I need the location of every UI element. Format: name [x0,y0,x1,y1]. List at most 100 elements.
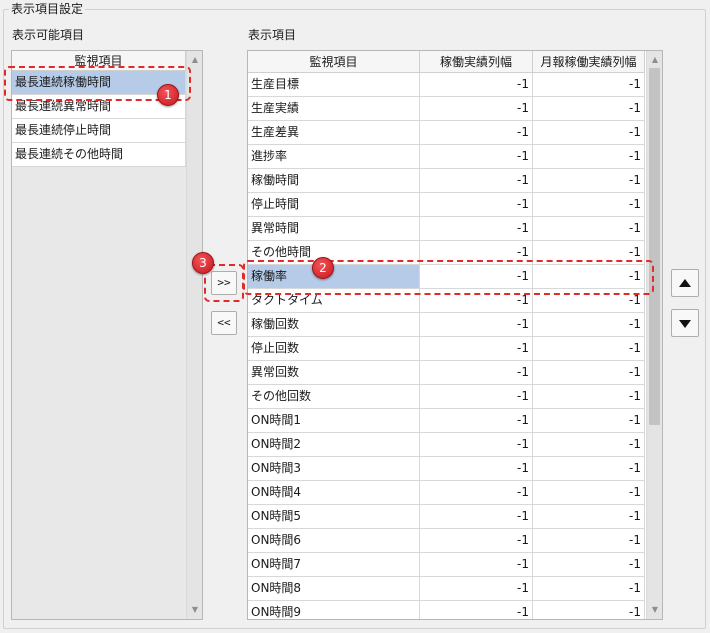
cell-operation-width[interactable]: -1 [420,337,533,361]
table-row[interactable]: ON時間9 -1 -1 [248,601,645,619]
cell-operation-width[interactable]: -1 [420,145,533,169]
table-row[interactable]: 異常時間 -1 -1 [248,217,645,241]
cell-monthly-width[interactable]: -1 [533,481,645,505]
cell-operation-width[interactable]: -1 [420,121,533,145]
cell-monitor-item[interactable]: ON時間1 [248,409,420,433]
cell-monitor-item[interactable]: 稼働時間 [248,169,420,193]
table-row[interactable]: ON時間1 -1 -1 [248,409,645,433]
table-row[interactable]: ON時間6 -1 -1 [248,529,645,553]
cell-operation-width[interactable]: -1 [420,505,533,529]
cell-monitor-item[interactable]: 生産差異 [248,121,420,145]
cell-operation-width[interactable]: -1 [420,73,533,97]
cell-operation-width[interactable]: -1 [420,169,533,193]
cell-monthly-width[interactable]: -1 [533,193,645,217]
table-row[interactable]: ON時間2 -1 -1 [248,433,645,457]
cell-operation-width[interactable]: -1 [420,409,533,433]
cell-monthly-width[interactable]: -1 [533,241,645,265]
cell-monitor-item[interactable]: 異常時間 [248,217,420,241]
cell-monitor-item[interactable]: その他回数 [248,385,420,409]
cell-monthly-width[interactable]: -1 [533,73,645,97]
cell-monitor-item[interactable]: ON時間9 [248,601,420,619]
table-row[interactable]: タクトタイム -1 -1 [248,289,645,313]
cell-operation-width[interactable]: -1 [420,385,533,409]
move-up-button[interactable] [671,269,699,297]
cell-monitor-item[interactable]: ON時間2 [248,433,420,457]
column-header-monthly-width[interactable]: 月報稼働実績列幅 [533,51,645,73]
cell-monitor-item[interactable]: 停止時間 [248,193,420,217]
cell-monitor-item[interactable]: 生産実績 [248,97,420,121]
table-row[interactable]: その他時間 -1 -1 [248,241,645,265]
cell-monthly-width[interactable]: -1 [533,577,645,601]
cell-monthly-width[interactable]: -1 [533,433,645,457]
cell-operation-width[interactable]: -1 [420,193,533,217]
table-row[interactable]: ON時間8 -1 -1 [248,577,645,601]
table-row[interactable]: ON時間4 -1 -1 [248,481,645,505]
table-row[interactable]: 異常回数 -1 -1 [248,361,645,385]
cell-operation-width[interactable]: -1 [420,241,533,265]
available-list-item[interactable]: 最長連続その他時間 [12,143,186,167]
cell-monitor-item[interactable]: 停止回数 [248,337,420,361]
scrollbar-thumb[interactable] [649,68,660,425]
cell-monitor-item[interactable]: ON時間3 [248,457,420,481]
cell-operation-width[interactable]: -1 [420,217,533,241]
cell-monthly-width[interactable]: -1 [533,361,645,385]
column-header-monitor-item[interactable]: 監視項目 [248,51,420,73]
table-row[interactable]: 稼働率 -1 -1 [248,265,645,289]
cell-operation-width[interactable]: -1 [420,553,533,577]
cell-monthly-width[interactable]: -1 [533,409,645,433]
cell-monthly-width[interactable]: -1 [533,121,645,145]
move-down-button[interactable] [671,309,699,337]
column-header-operation-width[interactable]: 稼働実績列幅 [420,51,533,73]
cell-monthly-width[interactable]: -1 [533,217,645,241]
cell-monthly-width[interactable]: -1 [533,97,645,121]
cell-operation-width[interactable]: -1 [420,313,533,337]
table-row[interactable]: 稼働時間 -1 -1 [248,169,645,193]
cell-monthly-width[interactable]: -1 [533,457,645,481]
add-item-button[interactable]: >> [211,271,237,295]
cell-operation-width[interactable]: -1 [420,577,533,601]
display-items-table[interactable]: 監視項目 稼働実績列幅 月報稼働実績列幅 生産目標 -1 -1 生産実績 -1 -1 生産差… [247,50,663,620]
cell-operation-width[interactable]: -1 [420,529,533,553]
available-list-item[interactable]: 最長連続停止時間 [12,119,186,143]
table-row[interactable]: その他回数 -1 -1 [248,385,645,409]
cell-operation-width[interactable]: -1 [420,481,533,505]
scroll-down-icon[interactable]: ▼ [647,602,662,618]
scroll-up-icon[interactable]: ▲ [647,52,662,68]
cell-operation-width[interactable]: -1 [420,457,533,481]
cell-monthly-width[interactable]: -1 [533,313,645,337]
cell-monthly-width[interactable]: -1 [533,169,645,193]
cell-monthly-width[interactable]: -1 [533,553,645,577]
display-table-scrollbar[interactable]: ▲ ▼ [646,51,662,619]
cell-monthly-width[interactable]: -1 [533,289,645,313]
cell-monthly-width[interactable]: -1 [533,601,645,619]
cell-operation-width[interactable]: -1 [420,289,533,313]
cell-monthly-width[interactable]: -1 [533,505,645,529]
cell-monitor-item[interactable]: ON時間7 [248,553,420,577]
table-row[interactable]: 生産目標 -1 -1 [248,73,645,97]
cell-monitor-item[interactable]: 異常回数 [248,361,420,385]
table-row[interactable]: 生産実績 -1 -1 [248,97,645,121]
table-row[interactable]: ON時間7 -1 -1 [248,553,645,577]
cell-monthly-width[interactable]: -1 [533,529,645,553]
cell-operation-width[interactable]: -1 [420,601,533,619]
cell-operation-width[interactable]: -1 [420,265,533,289]
table-row[interactable]: ON時間3 -1 -1 [248,457,645,481]
cell-monitor-item[interactable]: 生産目標 [248,73,420,97]
cell-monthly-width[interactable]: -1 [533,385,645,409]
cell-monitor-item[interactable]: その他時間 [248,241,420,265]
cell-monitor-item[interactable]: ON時間8 [248,577,420,601]
cell-monthly-width[interactable]: -1 [533,145,645,169]
cell-monthly-width[interactable]: -1 [533,337,645,361]
cell-operation-width[interactable]: -1 [420,361,533,385]
cell-monitor-item[interactable]: 進捗率 [248,145,420,169]
cell-operation-width[interactable]: -1 [420,433,533,457]
table-row[interactable]: 停止回数 -1 -1 [248,337,645,361]
cell-monitor-item[interactable]: 稼働率 [248,265,420,289]
scroll-up-icon[interactable]: ▲ [187,52,202,68]
table-row[interactable]: 進捗率 -1 -1 [248,145,645,169]
available-items-list[interactable]: 監視項目 最長連続稼働時間 最長連続異常時間 最長連続停止時間 最長連続その他時間 ▲… [11,50,203,620]
scroll-down-icon[interactable]: ▼ [187,602,202,618]
table-row[interactable]: ON時間5 -1 -1 [248,505,645,529]
cell-monthly-width[interactable]: -1 [533,265,645,289]
table-row[interactable]: 生産差異 -1 -1 [248,121,645,145]
